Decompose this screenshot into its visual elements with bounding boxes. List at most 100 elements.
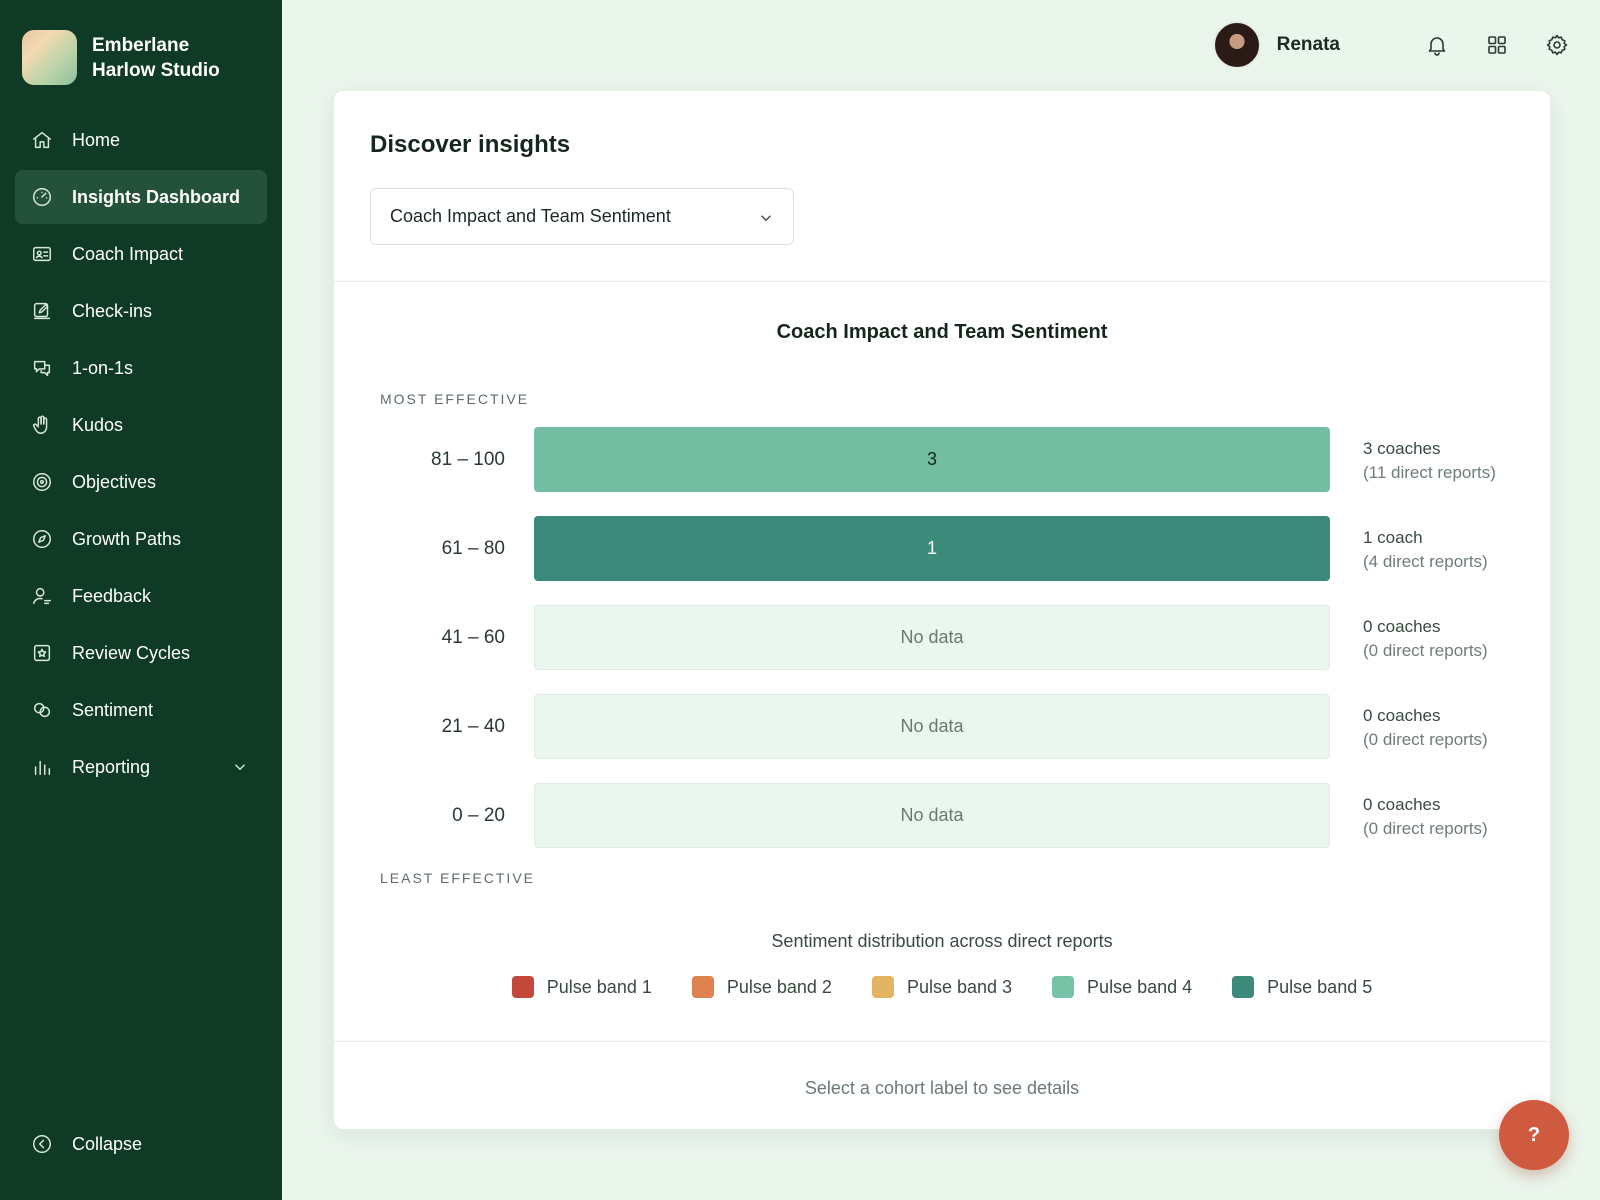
report-count: (0 direct reports) [1363, 641, 1488, 660]
coach-count: 0 coaches [1363, 706, 1441, 725]
target-icon [31, 471, 53, 493]
chart-row[interactable]: 81 – 100 3 3 coaches (11 direct reports) [334, 427, 1552, 492]
row-count: 0 coaches (0 direct reports) [1363, 615, 1488, 663]
legend-swatch [511, 976, 534, 998]
hand-icon [31, 414, 53, 436]
help-button[interactable]: ? [1499, 1100, 1569, 1170]
sidebar-item-home[interactable]: Home [15, 113, 267, 167]
category-label[interactable]: 61 – 80 [380, 538, 505, 560]
bar[interactable]: 1 [534, 516, 1330, 581]
sidebar-item-objectives[interactable]: Objectives [15, 455, 267, 509]
sidebar-item-reporting[interactable]: Reporting [15, 740, 267, 794]
chart-row[interactable]: 61 – 80 1 1 coach (4 direct reports) [334, 516, 1552, 581]
coach-count: 3 coaches [1363, 439, 1441, 458]
chart-row[interactable]: 41 – 60 No data 0 coaches (0 direct reports… [334, 605, 1552, 670]
chart-row[interactable]: 21 – 40 No data 0 coaches (0 direct reports… [334, 694, 1552, 759]
bar[interactable]: No data [534, 694, 1330, 759]
sidebar-item-label: Growth Paths [72, 528, 182, 549]
sidebar-item-coach-impact[interactable]: Coach Impact [15, 227, 267, 281]
sidebar-item-check-ins[interactable]: Check-ins [15, 284, 267, 338]
brand[interactable]: Emberlane Harlow Studio [22, 30, 220, 85]
chevron-down-icon[interactable] [231, 758, 249, 776]
row-count: 3 coaches (11 direct reports) [1363, 437, 1496, 485]
category-label[interactable]: 0 – 20 [380, 805, 505, 827]
sidebar-item-insights-dashboard[interactable]: Insights Dashboard [15, 170, 267, 224]
legend-label: Pulse band 5 [1267, 976, 1373, 997]
axis-label-top: MOST EFFECTIVE [380, 391, 530, 407]
legend-item[interactable]: Pulse band 5 [1232, 976, 1372, 998]
sidebar-item-label: Insights Dashboard [72, 186, 241, 207]
edit-icon [31, 300, 53, 322]
category-label[interactable]: 21 – 40 [380, 716, 505, 738]
legend-item[interactable]: Pulse band 2 [691, 976, 832, 998]
legend-label: Pulse band 2 [726, 976, 832, 997]
bar-label: No data [900, 627, 964, 647]
report-count: (4 direct reports) [1363, 552, 1488, 571]
sidebar-item-label: Coach Impact [72, 243, 184, 264]
bar-label: No data [900, 805, 964, 825]
sidebar-item-label: 1-on-1s [72, 357, 134, 378]
category-label[interactable]: 41 – 60 [380, 627, 505, 649]
footer-hint: Select a cohort label to see details [804, 1078, 1080, 1098]
insights-card: Discover insights Coach Impact and Team … [333, 90, 1551, 1130]
gear-icon[interactable] [1544, 32, 1570, 58]
dashboard-icon [31, 186, 53, 208]
legend-swatch [871, 976, 894, 998]
bar-label: 3 [926, 449, 937, 469]
chart-title: Coach Impact and Team Sentiment [776, 321, 1108, 343]
coach-count: 0 coaches [1363, 795, 1441, 814]
sidebar-item-label: Sentiment [72, 699, 154, 720]
row-count: 1 coach (4 direct reports) [1363, 526, 1488, 574]
user-feedback-icon [31, 585, 53, 607]
sidebar-item-label: Kudos [72, 414, 124, 435]
divider [334, 281, 1550, 282]
axis-label-bottom: LEAST EFFECTIVE [380, 870, 535, 886]
report-count: (0 direct reports) [1363, 819, 1488, 838]
avatar[interactable] [1212, 21, 1261, 69]
username[interactable]: Renata [1277, 34, 1340, 56]
sidebar-item-feedback[interactable]: Feedback [15, 569, 267, 623]
sidebar-item-label: Review Cycles [72, 642, 191, 663]
category-label[interactable]: 81 – 100 [380, 449, 505, 471]
compass-icon [31, 528, 53, 550]
divider [334, 1041, 1550, 1042]
coach-count: 0 coaches [1363, 617, 1441, 636]
sidebar-nav: Home Insights Dashboard Coach Impact Che… [15, 113, 267, 797]
sentiment-icon [31, 699, 53, 721]
chart-row[interactable]: 0 – 20 No data 0 coaches (0 direct reports) [334, 783, 1552, 848]
legend-item[interactable]: Pulse band 3 [871, 976, 1012, 998]
topbar: Renata [1212, 20, 1570, 70]
row-count: 0 coaches (0 direct reports) [1363, 793, 1488, 841]
sidebar-item-1-on-1s[interactable]: 1-on-1s [15, 341, 267, 395]
legend-swatch [1052, 976, 1075, 998]
chat-icon [31, 357, 53, 379]
sidebar-item-sentiment[interactable]: Sentiment [15, 683, 267, 737]
sidebar-item-kudos[interactable]: Kudos [15, 398, 267, 452]
sidebar-item-growth-paths[interactable]: Growth Paths [15, 512, 267, 566]
sidebar-item-label: Objectives [72, 471, 157, 492]
bar[interactable]: 3 [534, 427, 1330, 492]
brand-name-line1: Emberlane [92, 34, 190, 56]
apps-grid-icon[interactable] [1484, 32, 1510, 58]
legend-item[interactable]: Pulse band 1 [511, 976, 652, 998]
insight-select[interactable]: Coach Impact and Team Sentiment [370, 188, 794, 245]
bar-label: No data [900, 716, 964, 736]
star-box-icon [31, 642, 53, 664]
row-count: 0 coaches (0 direct reports) [1363, 704, 1488, 752]
brand-logo [22, 30, 77, 85]
bar[interactable]: No data [534, 605, 1330, 670]
bell-icon[interactable] [1424, 32, 1450, 58]
sidebar-item-label: Home [72, 129, 121, 150]
chevron-down-icon [757, 209, 775, 227]
coach-count: 1 coach [1363, 528, 1423, 547]
legend-swatch [691, 976, 714, 998]
bar[interactable]: No data [534, 783, 1330, 848]
collapse-button[interactable]: Collapse [31, 1133, 142, 1155]
sidebar-item-review-cycles[interactable]: Review Cycles [15, 626, 267, 680]
legend: Pulse band 1 Pulse band 2 Pulse band 3 Puls… [334, 976, 1550, 998]
distribution-title: Sentiment distribution across direct rep… [771, 931, 1113, 951]
legend-swatch [1232, 976, 1255, 998]
brand-name: Emberlane Harlow Studio [92, 33, 220, 83]
legend-item[interactable]: Pulse band 4 [1052, 976, 1192, 998]
legend-label: Pulse band 4 [1087, 976, 1193, 997]
